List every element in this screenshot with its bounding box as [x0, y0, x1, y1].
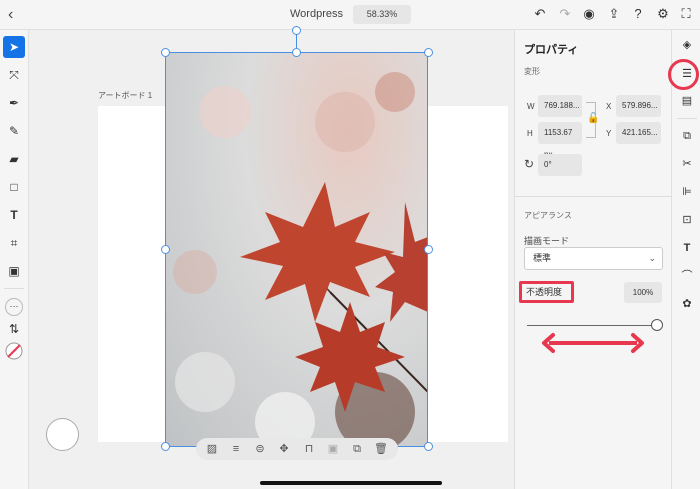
settings-icon[interactable]: ✿ — [678, 295, 696, 313]
resize-handle-bottom-right[interactable] — [424, 442, 433, 451]
object-context-toolbar: ▨ ≡ ⊜ ✥ ⊓ ▣ ⧉ 🗑 — [196, 438, 398, 460]
settings-gear-icon[interactable]: ⚙ — [655, 6, 671, 22]
y-field[interactable]: 421.165... — [616, 122, 661, 144]
delete-icon[interactable]: 🗑 — [373, 441, 389, 457]
height-label: H — [527, 129, 533, 138]
panel-title: プロパティ — [524, 44, 579, 56]
double-arrow-annotation — [542, 333, 644, 353]
height-field[interactable]: 1153.67 px — [538, 122, 582, 159]
export-icon[interactable]: ⇪ — [606, 6, 622, 22]
touch-modifier-button[interactable] — [46, 418, 79, 451]
more-icon[interactable]: ··· — [3, 294, 25, 316]
align-icon[interactable]: ⊫ — [678, 183, 696, 201]
layers-icon[interactable]: ◈ — [678, 36, 696, 54]
rectangle-icon[interactable]: □ — [3, 176, 25, 198]
opacity-slider-track[interactable] — [527, 325, 657, 326]
pages-icon[interactable]: ▤ — [678, 92, 696, 110]
text-icon[interactable]: T — [3, 204, 25, 226]
y-label: Y — [606, 129, 612, 138]
resize-handle-top-right[interactable] — [424, 48, 433, 57]
fullscreen-icon[interactable]: ⛶ — [678, 6, 694, 22]
resize-handle-top[interactable] — [292, 48, 301, 57]
blend-mode-label: 描画モード — [524, 236, 570, 246]
scissors-icon[interactable]: ✂ — [678, 155, 696, 173]
opacity-slider-thumb[interactable] — [651, 319, 663, 331]
rotation-field[interactable]: 0° — [538, 154, 582, 176]
type-icon[interactable]: T — [678, 239, 696, 257]
chevron-down-icon: ⌄ — [648, 253, 656, 263]
arrange-icon[interactable]: ⧉ — [678, 127, 696, 145]
resize-handle-left[interactable] — [161, 245, 170, 254]
help-icon[interactable]: ? — [630, 6, 646, 22]
tool-divider — [4, 288, 24, 289]
document-title[interactable]: Wordpress — [290, 8, 343, 20]
appearance-section-label: アピアランス — [524, 211, 572, 220]
rotation-handle[interactable] — [292, 26, 301, 35]
artboard-label: アートボード 1 — [98, 91, 153, 100]
properties-panel: プロパティ 変形 W 769.188... X 579.896... 🔓 H 1… — [514, 30, 672, 489]
panel-divider — [515, 196, 672, 197]
stroke-color-icon[interactable] — [3, 342, 25, 364]
opacity-field[interactable]: 100% — [624, 282, 662, 303]
tool-bar: ➤ ⤧ ✒ ✎ ▰ □ T ⌗ ▣ ··· ⇅ — [0, 30, 29, 489]
swap-colors-icon[interactable]: ⇅ — [3, 318, 25, 340]
rotation-handle-stem — [296, 34, 297, 49]
move-icon[interactable]: ✥ — [276, 441, 292, 457]
selection-bounding-box — [165, 52, 428, 447]
redo-icon[interactable]: ↷ — [557, 6, 573, 22]
align-icon[interactable]: ≡ — [228, 441, 244, 457]
right-panel-rail: ◈ ☰ ▤ ⧉ ✂ ⊫ ⊡ T ⌒ ✿ — [668, 30, 700, 489]
image-icon[interactable]: ▣ — [3, 260, 25, 282]
home-indicator — [260, 481, 442, 485]
resize-handle-top-left[interactable] — [161, 48, 170, 57]
duplicate-icon[interactable]: ⧉ — [349, 441, 365, 457]
crop-icon[interactable]: ⌗ — [3, 232, 25, 254]
undo-icon[interactable]: ↶ — [532, 6, 548, 22]
lock-proportions-icon[interactable]: 🔓 — [587, 113, 599, 124]
width-label: W — [527, 102, 535, 111]
transform-section-label: 変形 — [524, 67, 540, 76]
eraser-icon[interactable]: ▰ — [3, 148, 25, 170]
direct-select-icon[interactable]: ⤧ — [3, 64, 25, 86]
share-user-icon[interactable]: ◉ — [581, 6, 597, 22]
brush-icon[interactable]: ✎ — [3, 120, 25, 142]
export-icon[interactable]: ⊡ — [678, 211, 696, 229]
opacity-label: 不透明度 — [519, 281, 574, 303]
chevron-left-icon[interactable]: ‹ — [8, 5, 24, 25]
blend-mode-value: 標準 — [533, 253, 552, 263]
rotation-icon: ↻ — [524, 157, 535, 171]
x-field[interactable]: 579.896... — [616, 95, 661, 117]
zoom-level[interactable]: 58.33% — [353, 5, 411, 24]
path-icon[interactable]: ⌒ — [678, 267, 696, 285]
transparency-icon[interactable]: ▨ — [204, 441, 220, 457]
lock-icon[interactable]: ⊓ — [301, 441, 317, 457]
top-bar: ‹ Wordpress 58.33% ↶ ↷ ◉ ⇪ ? ⚙ ⛶ — [0, 0, 700, 30]
width-field[interactable]: 769.188... — [538, 95, 582, 117]
mask-icon[interactable]: ▣ — [325, 441, 341, 457]
select-arrow-icon[interactable]: ➤ — [3, 36, 25, 58]
properties-icon[interactable]: ☰ — [678, 65, 696, 83]
blend-mode-select[interactable]: 標準 ⌄ — [524, 247, 663, 270]
resize-handle-bottom-left[interactable] — [161, 442, 170, 451]
pen-icon[interactable]: ✒ — [3, 92, 25, 114]
x-label: X — [606, 102, 612, 111]
layers-icon[interactable]: ⊜ — [252, 441, 268, 457]
resize-handle-right[interactable] — [424, 245, 433, 254]
rail-divider — [677, 118, 697, 119]
